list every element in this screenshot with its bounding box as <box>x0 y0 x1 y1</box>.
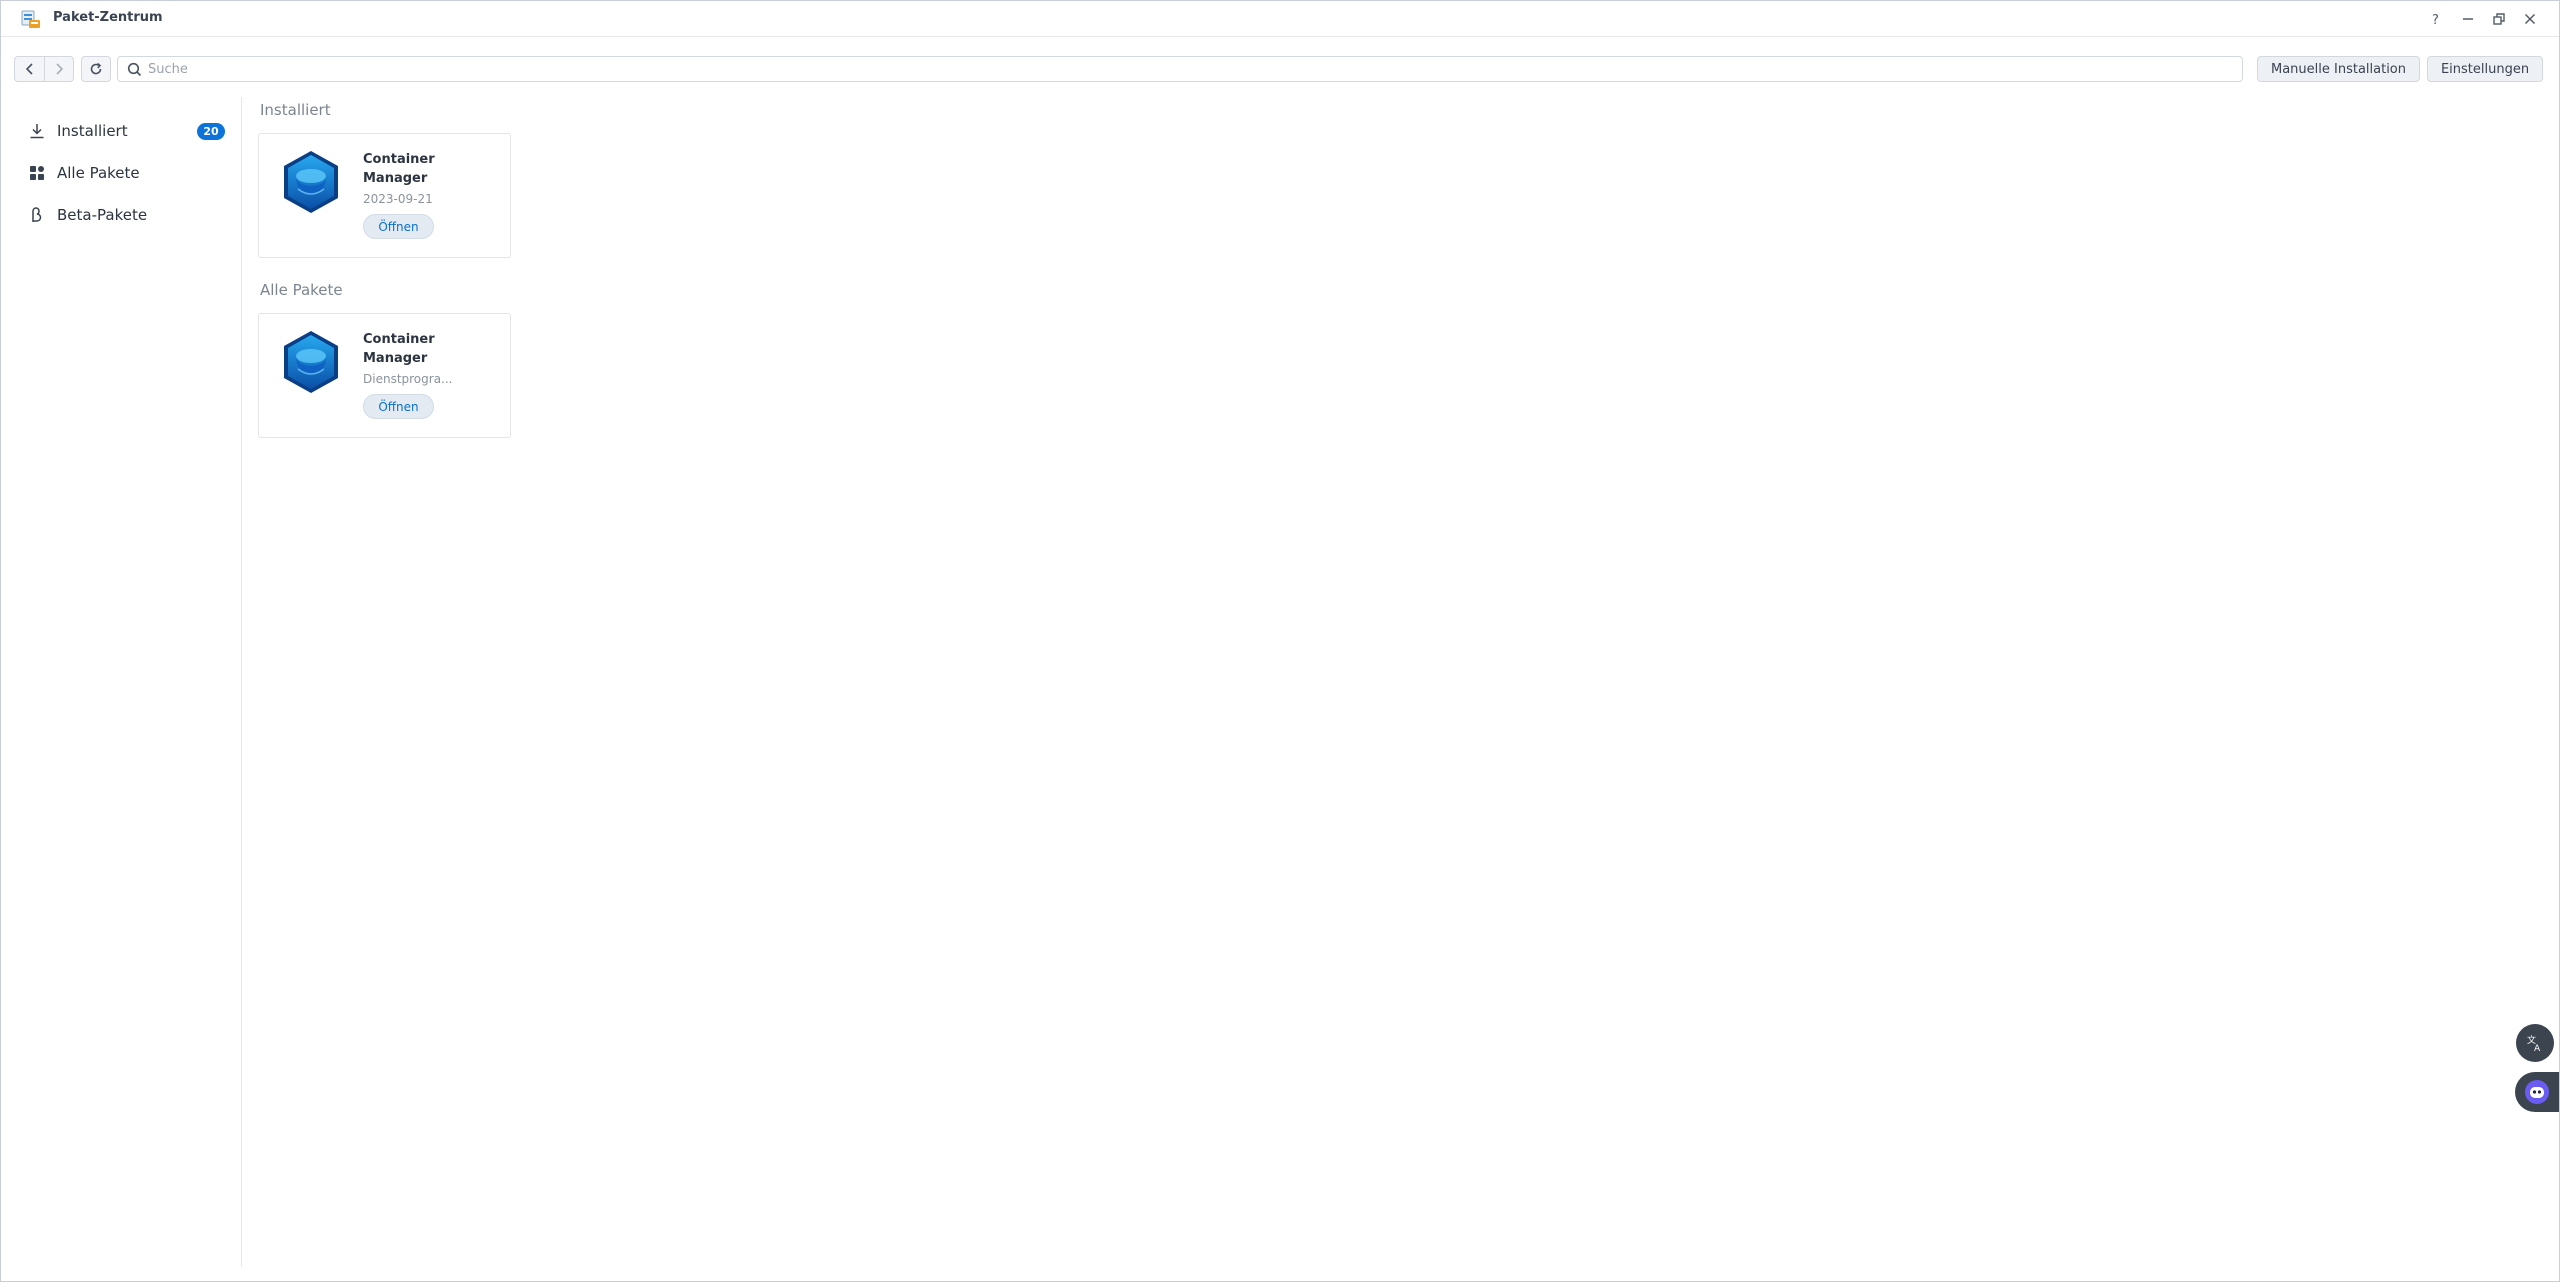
open-button[interactable]: Öffnen <box>363 394 434 419</box>
package-category: Dienstprogra... <box>363 372 453 386</box>
translate-icon[interactable]: 文 A <box>2516 1024 2554 1062</box>
search-box <box>117 56 2243 82</box>
package-card[interactable]: Container Manager 2023-09-21 Öffnen <box>258 133 511 258</box>
sidebar-item-label: Installiert <box>57 122 128 140</box>
section-title-all-packages: Alle Pakete <box>260 281 343 299</box>
search-icon <box>127 62 142 77</box>
window-title: Paket-Zentrum <box>53 10 163 25</box>
grid-icon <box>27 163 47 183</box>
chevron-left-icon <box>25 63 33 75</box>
title-bar: Paket-Zentrum ? <box>1 1 2559 37</box>
installed-count-badge: 20 <box>197 123 225 140</box>
section-title-installed: Installiert <box>260 101 331 119</box>
sidebar: Installiert 20 Alle Pakete Beta-Pakete <box>1 97 242 1267</box>
package-card[interactable]: Container Manager Dienstprogra... Öffnen <box>258 313 511 438</box>
sidebar-item-label: Beta-Pakete <box>57 206 148 224</box>
minimize-icon[interactable] <box>2457 8 2479 30</box>
help-icon[interactable]: ? <box>2425 8 2447 30</box>
package-name: Container Manager <box>363 152 435 186</box>
back-button[interactable] <box>15 57 44 81</box>
sidebar-item-label: Alle Pakete <box>57 164 140 182</box>
refresh-button[interactable] <box>81 56 111 82</box>
chevron-right-icon <box>56 63 64 75</box>
sidebar-item-beta-packages[interactable]: Beta-Pakete <box>15 199 229 231</box>
refresh-icon <box>90 62 102 75</box>
assistant-bot-icon[interactable] <box>2515 1072 2559 1112</box>
sidebar-item-installed[interactable]: Installiert 20 <box>15 115 229 147</box>
settings-button[interactable]: Einstellungen <box>2427 56 2543 82</box>
package-center-window: Paket-Zentrum ? Suche Manuelle Installat… <box>0 0 2560 1282</box>
svg-text:?: ? <box>2432 13 2439 26</box>
sidebar-item-all-packages[interactable]: Alle Pakete <box>15 157 229 189</box>
beta-icon <box>27 205 47 225</box>
close-icon[interactable] <box>2519 8 2541 30</box>
search-input[interactable] <box>148 60 2228 78</box>
package-name: Container Manager <box>363 332 435 366</box>
svg-text:A: A <box>2534 1044 2541 1053</box>
open-button[interactable]: Öffnen <box>363 214 434 239</box>
package-version-date: 2023-09-21 <box>363 192 433 206</box>
history-nav <box>14 56 74 82</box>
manual-install-button[interactable]: Manuelle Installation <box>2257 56 2420 82</box>
forward-button[interactable] <box>44 57 73 81</box>
package-center-app-icon <box>21 10 40 28</box>
container-manager-icon <box>284 151 338 213</box>
download-icon <box>27 121 47 141</box>
container-manager-icon <box>284 331 338 393</box>
restore-icon[interactable] <box>2488 8 2510 30</box>
